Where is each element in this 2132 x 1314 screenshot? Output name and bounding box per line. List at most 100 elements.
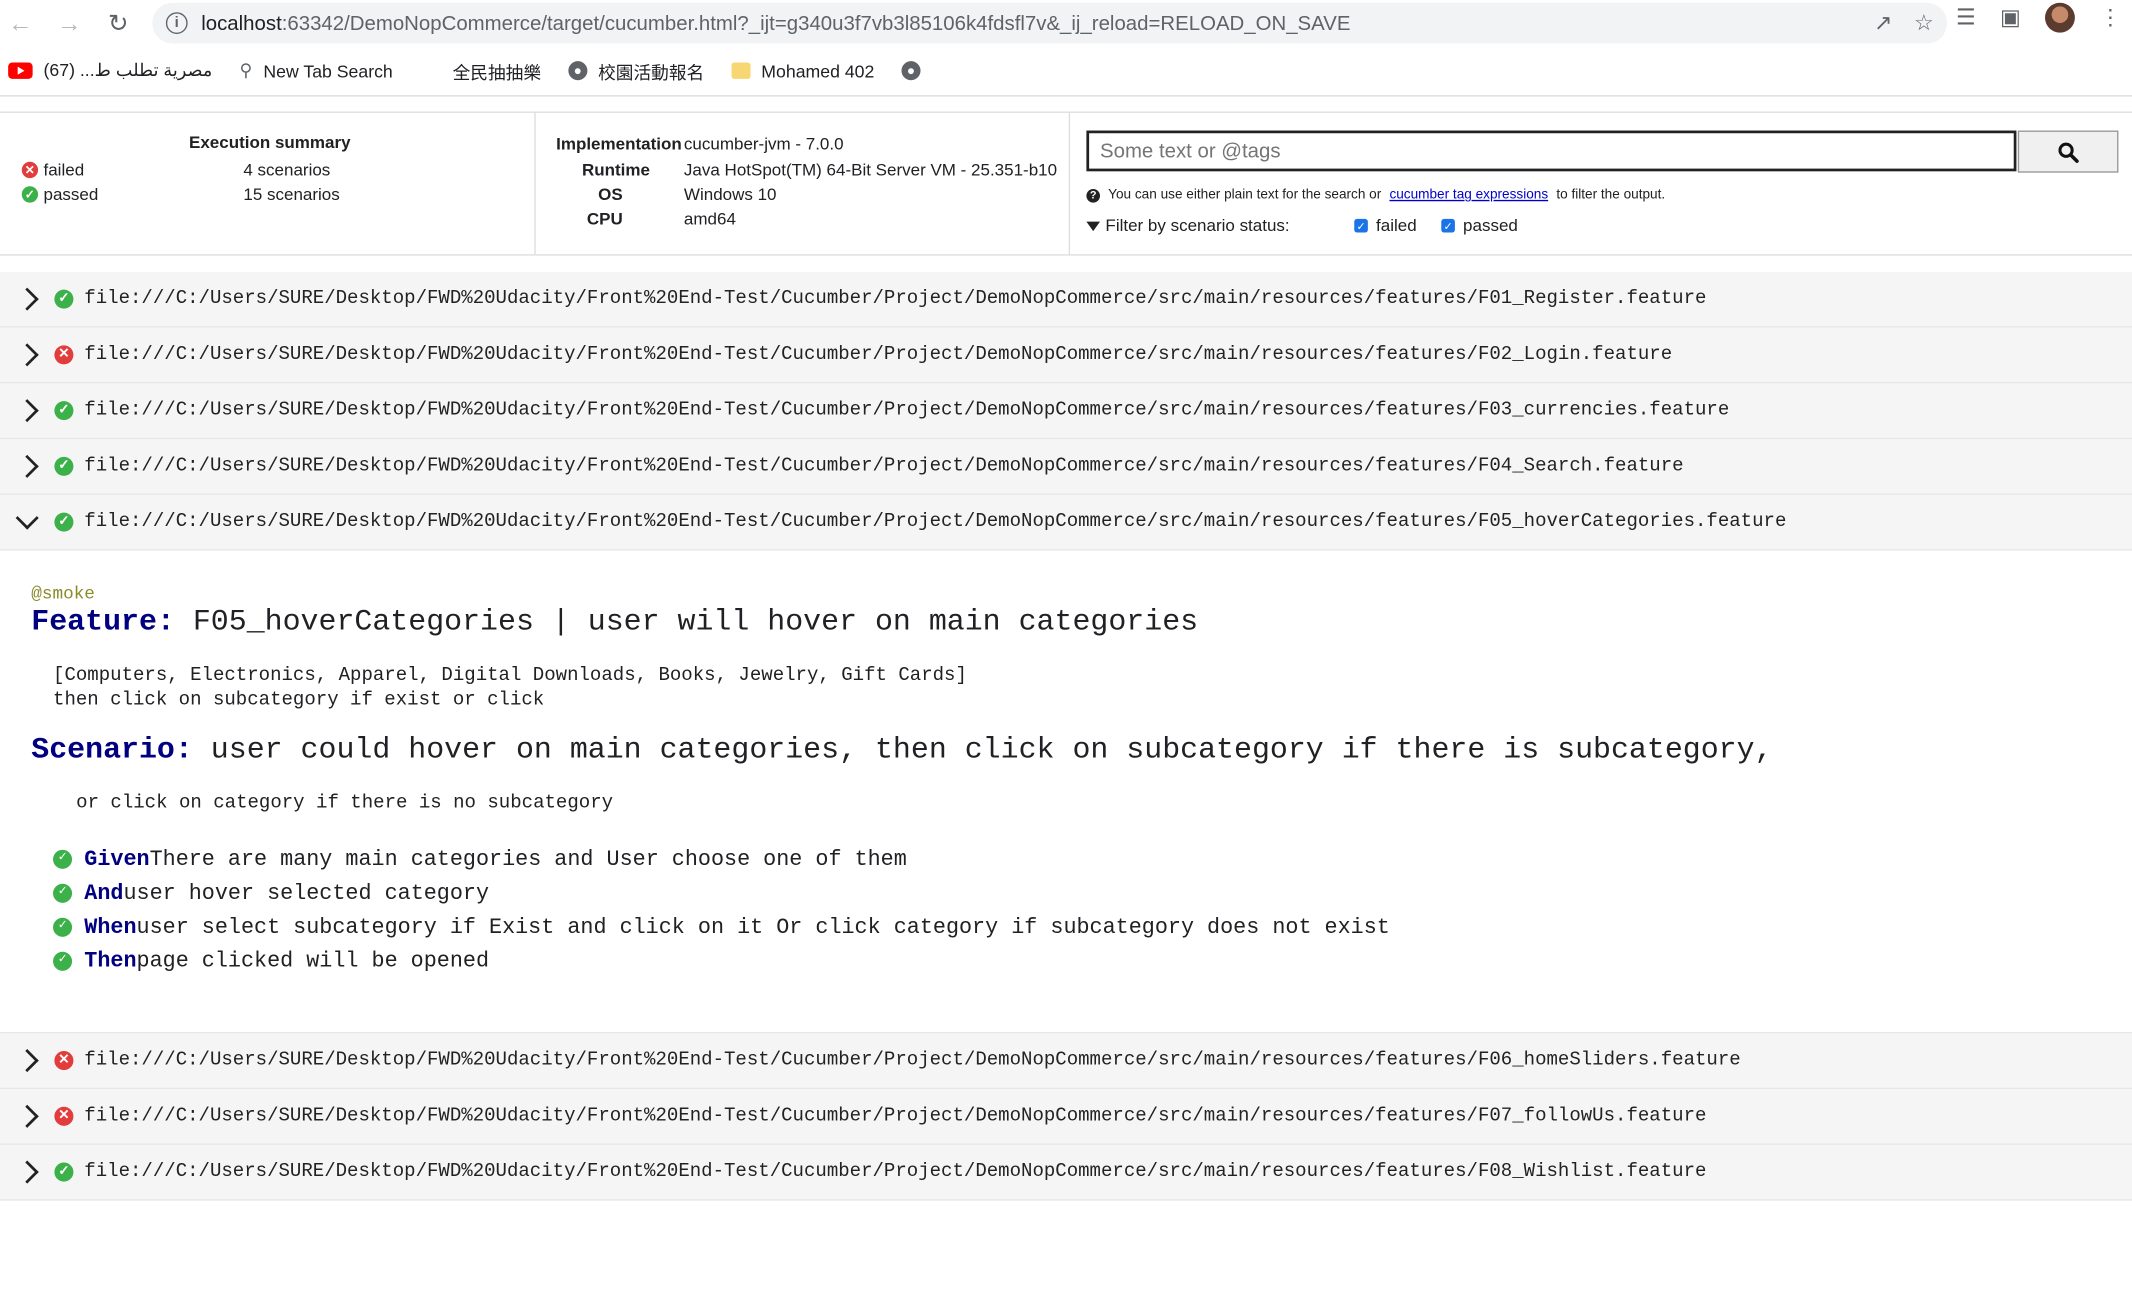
report-header: Execution summary ✕ failed 4 scenarios ✓… (0, 111, 2132, 256)
chevron-right-icon[interactable] (15, 1160, 39, 1184)
feature-title: Feature: F05_hoverCategories | user will… (31, 605, 1199, 640)
status-filter: Filter by scenario status: ✓ failed ✓ pa… (1086, 216, 1518, 235)
scenario-title: Scenario: user could hover on main categ… (31, 732, 1773, 767)
feature-detail: @smoke Feature: F05_hoverCategories | us… (0, 550, 2132, 1034)
feature-tag[interactable]: @smoke (31, 583, 95, 603)
passed-icon: ✓ (54, 512, 74, 532)
bookmark-youtube[interactable]: مصرية تطلب ط... (67) (8, 60, 212, 82)
reload-icon[interactable]: ↻ (98, 3, 139, 44)
feature-path: file:///C:/Users/SURE/Desktop/FWD%20Udac… (84, 288, 1707, 311)
chevron-down-icon[interactable] (15, 506, 39, 530)
env-implementation-key: Implementation (556, 134, 682, 154)
search-help: ? You can use either plain text for the … (1086, 188, 1665, 203)
passed-icon: ✓ (54, 1162, 74, 1182)
filter-icon (1086, 220, 1100, 231)
bookmark-mohamed[interactable]: Mohamed 402 (731, 61, 874, 81)
step-given: ✓ Given There are many main categories a… (53, 847, 907, 872)
share-icon[interactable]: ↗ (1874, 10, 1892, 37)
step-when: ✓ When user select subcategory if Exist … (53, 915, 1390, 940)
feature-row[interactable]: ✕ file:///C:/Users/SURE/Desktop/FWD%20Ud… (0, 1089, 2132, 1145)
failed-icon: ✕ (54, 345, 74, 365)
globe-icon: ● (901, 61, 921, 81)
feature-row[interactable]: ✕ file:///C:/Users/SURE/Desktop/FWD%20Ud… (0, 1033, 2132, 1090)
step-and: ✓ And user hover selected category (53, 881, 489, 906)
checkbox-checked-icon: ✓ (1441, 218, 1455, 233)
passed-icon: ✓ (54, 289, 74, 309)
checkbox-checked-icon: ✓ (1354, 218, 1368, 233)
environment-info: Implementation cucumber-jvm - 7.0.0 Runt… (536, 112, 1071, 255)
passed-icon: ✓ (53, 849, 73, 869)
chevron-right-icon[interactable] (15, 399, 39, 423)
failed-icon: ✕ (21, 161, 39, 179)
feature-path: file:///C:/Users/SURE/Desktop/FWD%20Udac… (84, 399, 1730, 422)
chevron-right-icon[interactable] (15, 454, 39, 478)
execution-summary-title: Execution summary (188, 133, 351, 153)
search-panel: ? You can use either plain text for the … (1070, 113, 2132, 254)
env-os-key: OS (598, 184, 623, 204)
filter-failed-checkbox[interactable]: ✓ failed (1354, 216, 1417, 235)
back-icon[interactable]: ← (0, 3, 41, 44)
feature-row[interactable]: ✓ file:///C:/Users/SURE/Desktop/FWD%20Ud… (0, 439, 2132, 495)
feature-row[interactable]: ✕ file:///C:/Users/SURE/Desktop/FWD%20Ud… (0, 327, 2132, 384)
question-icon: ? (1086, 188, 1100, 202)
failed-icon: ✕ (54, 1051, 74, 1071)
search-input[interactable] (1086, 130, 2017, 172)
passed-summary: ✓ passed (21, 185, 98, 204)
failed-icon: ✕ (54, 1106, 74, 1126)
filter-passed-checkbox[interactable]: ✓ passed (1441, 216, 1518, 235)
passed-count: 15 scenarios (243, 184, 340, 204)
bookmark-globe[interactable]: ● (901, 61, 921, 81)
feature-path: file:///C:/Users/SURE/Desktop/FWD%20Udac… (84, 1161, 1707, 1183)
execution-summary: Execution summary ✕ failed 4 scenarios ✓… (0, 112, 536, 255)
search-icon (2058, 141, 2079, 163)
search-icon: ⚲ (239, 59, 253, 81)
bookmarks-bar: مصرية تطلب ط... (67) ⚲ New Tab Search 全民抽… (0, 46, 2132, 97)
feature-row-expanded[interactable]: ✓ file:///C:/Users/SURE/Desktop/FWD%20Ud… (0, 494, 2132, 551)
feature-row[interactable]: ✓ file:///C:/Users/SURE/Desktop/FWD%20Ud… (0, 1144, 2132, 1201)
step-then: ✓ Then page clicked will be opened (53, 949, 489, 974)
feature-path: file:///C:/Users/SURE/Desktop/FWD%20Udac… (84, 511, 1787, 534)
chevron-right-icon[interactable] (15, 1049, 39, 1073)
feature-path: file:///C:/Users/SURE/Desktop/FWD%20Udac… (84, 1049, 1741, 1072)
bookmark-new-tab-search[interactable]: ⚲ New Tab Search (240, 60, 393, 82)
passed-icon: ✓ (53, 917, 73, 937)
failed-count: 4 scenarios (243, 160, 331, 180)
passed-icon: ✓ (53, 951, 73, 971)
scenario-description: or click on category if there is no subc… (76, 792, 614, 815)
menu-kebab-icon[interactable]: ⋮ (2099, 4, 2121, 31)
chevron-right-icon[interactable] (15, 343, 39, 367)
feature-list: ✓ file:///C:/Users/SURE/Desktop/FWD%20Ud… (0, 271, 2132, 1201)
env-os-value: Windows 10 (683, 184, 777, 204)
tag-expressions-link[interactable]: cucumber tag expressions (1389, 188, 1548, 203)
feature-description: [Computers, Electronics, Apparel, Digita… (53, 664, 967, 712)
globe-icon: ● (568, 61, 588, 81)
side-panel-icon[interactable]: ▣ (2000, 4, 2021, 31)
forward-icon[interactable]: → (49, 3, 90, 44)
site-info-icon[interactable]: i (165, 12, 188, 34)
search-button[interactable] (2017, 130, 2119, 173)
feature-row[interactable]: ✓ file:///C:/Users/SURE/Desktop/FWD%20Ud… (0, 383, 2132, 440)
browser-toolbar: ← → ↻ i localhost:63342/DemoNopCommerce/… (0, 0, 2132, 47)
failed-summary: ✕ failed (21, 160, 84, 179)
feature-row[interactable]: ✓ file:///C:/Users/SURE/Desktop/FWD%20Ud… (0, 271, 2132, 328)
address-bar[interactable]: i localhost:63342/DemoNopCommerce/target… (152, 2, 1948, 44)
env-cpu-value: amd64 (683, 209, 736, 229)
passed-icon: ✓ (54, 401, 74, 421)
feature-path: file:///C:/Users/SURE/Desktop/FWD%20Udac… (84, 455, 1684, 478)
passed-icon: ✓ (21, 186, 39, 203)
env-implementation-value: cucumber-jvm - 7.0.0 (683, 134, 844, 154)
profile-avatar[interactable] (2044, 2, 2075, 33)
url-text[interactable]: localhost:63342/DemoNopCommerce/target/c… (201, 12, 1350, 35)
chevron-right-icon[interactable] (15, 287, 39, 311)
folder-icon (731, 62, 751, 79)
env-runtime-key: Runtime (581, 160, 650, 180)
feature-path: file:///C:/Users/SURE/Desktop/FWD%20Udac… (84, 344, 1673, 366)
chevron-right-icon[interactable] (15, 1104, 39, 1128)
media-list-icon[interactable]: ☰ (1956, 4, 1976, 31)
env-runtime-value: Java HotSpot(TM) 64-Bit Server VM - 25.3… (683, 160, 1058, 180)
feature-path: file:///C:/Users/SURE/Desktop/FWD%20Udac… (84, 1105, 1707, 1128)
bookmark-star-icon[interactable]: ☆ (1914, 10, 1934, 37)
youtube-icon (8, 62, 33, 79)
bookmark-lottery[interactable]: 全民抽抽樂 (453, 58, 541, 84)
bookmark-campus[interactable]: ● 校園活動報名 (568, 58, 704, 84)
